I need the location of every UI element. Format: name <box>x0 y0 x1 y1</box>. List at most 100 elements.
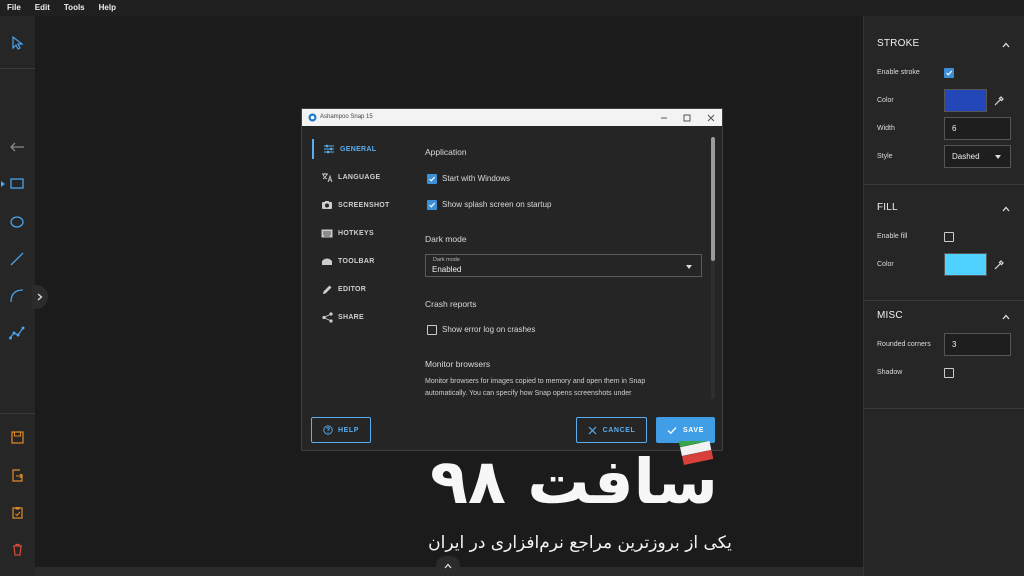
share-icon <box>320 311 334 323</box>
monitor-description-line2: automatically. You can specify how Snap … <box>425 390 632 397</box>
arrow-tool-icon[interactable] <box>8 138 26 156</box>
dark-mode-select[interactable]: Dark mode Enabled <box>425 254 702 277</box>
toolbar-icon <box>320 255 334 267</box>
splash-checkbox[interactable] <box>427 200 437 210</box>
dark-mode-field-label: Dark mode <box>433 257 460 263</box>
stroke-width-input[interactable]: 6 <box>944 117 1011 140</box>
app-logo-icon <box>308 113 317 122</box>
start-windows-label: Start with Windows <box>442 174 511 183</box>
keyboard-icon <box>320 227 334 239</box>
check-icon <box>429 176 436 182</box>
nav-language-label: LANGUAGE <box>338 173 381 181</box>
settings-content: Application Start with Windows Show spla… <box>415 134 709 402</box>
check-icon <box>429 202 436 208</box>
nav-hotkeys-label: HOTKEYS <box>338 229 374 237</box>
shadow-checkbox[interactable] <box>944 368 954 378</box>
bottom-bar <box>35 556 863 576</box>
dropdown-arrow-icon <box>995 155 1001 159</box>
menu-help[interactable]: Help <box>92 0 123 16</box>
select-tool-icon[interactable] <box>8 34 26 52</box>
shadow-label: Shadow <box>877 369 903 376</box>
minimize-icon[interactable] <box>660 114 668 122</box>
maximize-icon[interactable] <box>683 114 691 122</box>
save-label: SAVE <box>683 426 704 434</box>
close-icon <box>588 426 597 434</box>
stroke-color-label: Color <box>877 97 894 104</box>
chevron-up-icon[interactable] <box>1002 313 1010 321</box>
stroke-color-swatch[interactable] <box>944 89 987 112</box>
stroke-section-title: STROKE <box>877 38 920 49</box>
translate-icon <box>320 171 334 183</box>
crash-reports-heading: Crash reports <box>425 299 477 309</box>
scrollbar-thumb[interactable] <box>711 137 715 261</box>
enable-stroke-checkbox[interactable] <box>944 68 954 78</box>
nav-hotkeys[interactable]: HOTKEYS <box>312 223 412 243</box>
nav-general-label: GENERAL <box>340 145 377 153</box>
watermark-logo: سافت ۹۸ <box>402 441 747 515</box>
nav-general[interactable]: GENERAL <box>312 139 412 159</box>
fill-section-title: FILL <box>877 202 898 213</box>
enable-stroke-label: Enable stroke <box>877 69 920 76</box>
menu-bar: File Edit Tools Help <box>0 0 1024 16</box>
error-log-checkbox[interactable] <box>427 325 437 335</box>
monitor-description-line1: Monitor browsers for images copied to me… <box>425 378 646 385</box>
chevron-right-icon <box>37 293 43 301</box>
delete-icon[interactable] <box>8 540 26 558</box>
dark-mode-value: Enabled <box>432 265 462 274</box>
settings-scrollbar[interactable] <box>711 137 715 399</box>
expand-bottom-button[interactable] <box>436 556 460 576</box>
dropdown-arrow-icon <box>686 265 692 269</box>
export-icon[interactable] <box>8 466 26 484</box>
help-label: HELP <box>337 426 360 434</box>
nav-editor-label: EDITOR <box>338 285 367 293</box>
fill-color-label: Color <box>877 261 894 268</box>
cancel-button[interactable]: CANCEL <box>576 417 647 443</box>
nav-share[interactable]: SHARE <box>312 307 412 327</box>
nav-editor[interactable]: EDITOR <box>312 279 412 299</box>
nav-screenshot-label: SCREENSHOT <box>338 201 390 209</box>
close-icon[interactable] <box>707 114 715 122</box>
save-icon[interactable] <box>8 428 26 446</box>
cancel-label: CANCEL <box>602 426 636 434</box>
nav-toolbar[interactable]: TOOLBAR <box>312 251 412 271</box>
ellipse-tool-icon[interactable] <box>8 213 26 231</box>
rounded-corners-label: Rounded corners <box>877 341 931 348</box>
chevron-up-icon[interactable] <box>1002 41 1010 49</box>
curve-tool-icon[interactable] <box>8 287 26 305</box>
left-toolbar <box>0 16 35 576</box>
application-heading: Application <box>425 147 467 157</box>
monitor-browsers-heading: Monitor browsers <box>425 359 491 369</box>
polyline-tool-icon[interactable] <box>8 324 26 342</box>
help-button[interactable]: HELP <box>311 417 371 443</box>
stroke-width-label: Width <box>877 125 895 132</box>
menu-file[interactable]: File <box>0 0 28 16</box>
rectangle-tool-icon[interactable] <box>8 175 26 193</box>
camera-icon <box>320 199 334 211</box>
menu-tools[interactable]: Tools <box>57 0 92 16</box>
watermark-subtitle: یکی از بروزترین مراجع نرم‌افزاری در ایرا… <box>428 533 732 553</box>
nav-screenshot[interactable]: SCREENSHOT <box>312 195 412 215</box>
eyedropper-icon[interactable] <box>993 259 1005 271</box>
clipboard-icon[interactable] <box>8 503 26 521</box>
chevron-up-icon[interactable] <box>1002 205 1010 213</box>
splash-label: Show splash screen on startup <box>442 200 552 209</box>
line-tool-icon[interactable] <box>8 250 26 268</box>
stroke-style-value: Dashed <box>952 152 980 161</box>
save-button[interactable]: SAVE <box>656 417 715 443</box>
chevron-up-icon <box>444 563 452 569</box>
menu-edit[interactable]: Edit <box>28 0 57 16</box>
nav-language[interactable]: LANGUAGE <box>312 167 412 187</box>
stroke-style-select[interactable]: Dashed <box>944 145 1011 168</box>
misc-section-title: MISC <box>877 310 903 321</box>
rounded-corners-input[interactable]: 3 <box>944 333 1011 356</box>
enable-fill-checkbox[interactable] <box>944 232 954 242</box>
active-tool-marker <box>1 181 5 187</box>
nav-toolbar-label: TOOLBAR <box>338 257 375 265</box>
eyedropper-icon[interactable] <box>993 95 1005 107</box>
fill-color-swatch[interactable] <box>944 253 987 276</box>
watermark-title: سافت ۹۸ <box>430 445 718 515</box>
stroke-style-label: Style <box>877 153 893 160</box>
start-windows-checkbox[interactable] <box>427 174 437 184</box>
help-icon <box>323 425 333 435</box>
dark-mode-heading: Dark mode <box>425 234 467 244</box>
